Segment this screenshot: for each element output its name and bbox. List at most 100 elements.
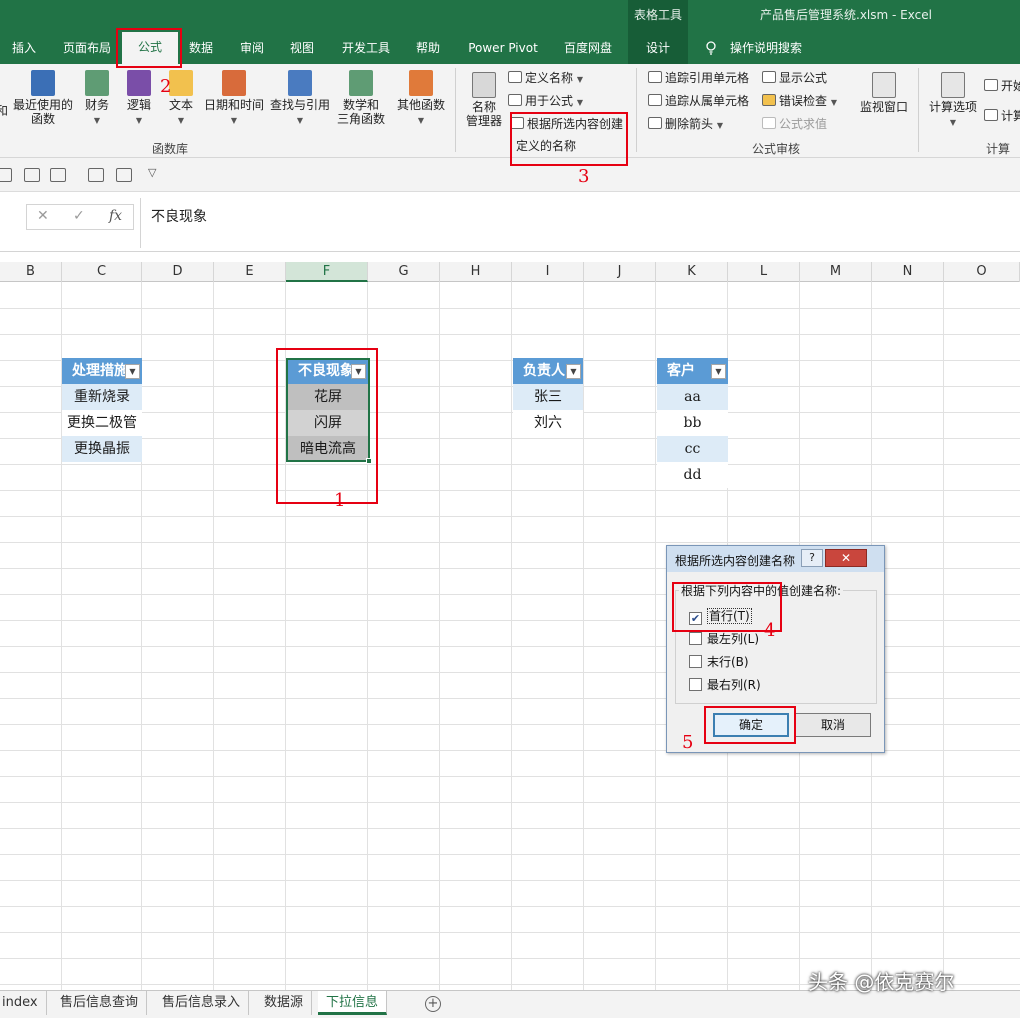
gridline xyxy=(655,282,656,990)
sheet-tab-datasource[interactable]: 数据源 xyxy=(256,991,313,1015)
column-header-n[interactable]: N xyxy=(872,262,944,282)
column-header-m[interactable]: M xyxy=(800,262,872,282)
table-cell[interactable]: aa xyxy=(657,384,728,410)
name-manager-button[interactable]: 名称 管理器 xyxy=(464,72,504,128)
check-icon[interactable] xyxy=(24,168,40,182)
sheet-tab-entry[interactable]: 售后信息录入 xyxy=(154,991,250,1015)
print-preview-icon[interactable] xyxy=(0,168,12,182)
table-cell[interactable]: bb xyxy=(657,410,728,436)
tab-design[interactable]: 设计 xyxy=(636,36,680,60)
calculate-now-button[interactable]: 开始 xyxy=(984,76,1020,96)
tab-insert[interactable]: 插入 xyxy=(2,36,46,60)
table-cell[interactable]: dd xyxy=(657,462,728,488)
customize-qat-icon[interactable]: ▽ xyxy=(148,166,156,179)
math-trig-button[interactable]: 数学和 三角函数 xyxy=(334,70,388,126)
cancel-entry-icon[interactable]: ✕ xyxy=(37,208,49,224)
column-header-b[interactable]: B xyxy=(0,262,62,282)
tab-review[interactable]: 审阅 xyxy=(232,36,272,60)
more-functions-button[interactable]: 其他函数 ▼ xyxy=(396,70,446,128)
tab-baidu-netdisk[interactable]: 百度网盘 xyxy=(556,36,620,60)
error-checking-button[interactable]: 错误检查 ▼ xyxy=(762,91,837,111)
text-a-icon xyxy=(169,70,193,96)
sheet-tab-query[interactable]: 售后信息查询 xyxy=(52,991,148,1015)
evaluate-formula-button[interactable]: 公式求值 xyxy=(762,114,827,134)
remove-arrows-button[interactable]: 删除箭头 ▼ xyxy=(648,114,723,134)
column-header-f[interactable]: F xyxy=(286,262,368,282)
calculate-sheet-button[interactable]: 计算 xyxy=(984,106,1020,126)
financial-button[interactable]: 财务 ▼ xyxy=(82,70,112,128)
table-cell[interactable]: 刘六 xyxy=(513,410,583,436)
tab-page-layout[interactable]: 页面布局 xyxy=(54,36,120,60)
column-header-e[interactable]: E xyxy=(214,262,286,282)
trace-dependents-button[interactable]: 追踪从属单元格 xyxy=(648,91,749,111)
gridline xyxy=(0,386,1020,387)
table-cell[interactable]: 重新烧录 xyxy=(62,384,142,410)
column-header-l[interactable]: L xyxy=(728,262,800,282)
column-header-h[interactable]: H xyxy=(440,262,512,282)
formula-bar: ✕ ✓ fx 不良现象 xyxy=(0,192,1020,252)
confirm-entry-icon[interactable]: ✓ xyxy=(73,208,85,224)
gridline xyxy=(0,854,1020,855)
tell-me-search[interactable]: 操作说明搜索 xyxy=(730,36,802,60)
help-icon[interactable]: ? xyxy=(801,549,823,567)
camera-icon[interactable] xyxy=(116,168,132,182)
gridline xyxy=(213,282,214,990)
column-header-j[interactable]: J xyxy=(584,262,656,282)
gridline xyxy=(0,360,1020,361)
tab-data[interactable]: 数据 xyxy=(182,36,220,60)
table-cell[interactable]: 更换二极管 xyxy=(62,410,142,436)
autosum-partial-label[interactable]: 和 xyxy=(0,104,8,118)
checkbox-icon[interactable] xyxy=(689,655,702,668)
formula-bar-buttons: ✕ ✓ fx xyxy=(26,204,134,230)
sheet-tab-dropdown-info[interactable]: 下拉信息 xyxy=(318,991,388,1015)
option-bottom-row[interactable]: 末行(B) xyxy=(689,655,749,671)
close-icon[interactable]: ✕ xyxy=(825,549,867,567)
column-header-c[interactable]: C xyxy=(62,262,142,282)
table-cell[interactable]: cc xyxy=(657,436,728,462)
annotation-box-3 xyxy=(510,112,628,166)
trace-precedents-button[interactable]: 追踪引用单元格 xyxy=(648,68,749,88)
sheet-tab-index[interactable]: index xyxy=(0,991,47,1015)
lookup-reference-button[interactable]: 查找与引用 ▼ xyxy=(270,70,330,128)
paste-icon[interactable] xyxy=(50,168,66,182)
option-right-column[interactable]: 最右列(R) xyxy=(689,678,761,694)
option-left-column[interactable]: 最左列(L) xyxy=(689,632,759,648)
add-sheet-icon[interactable]: + xyxy=(425,996,441,1012)
ribbon-separator xyxy=(636,68,637,152)
gridline xyxy=(0,490,1020,491)
filter-dropdown-icon[interactable]: ▼ xyxy=(125,364,140,379)
calculation-options-button[interactable]: 计算选项 ▼ xyxy=(928,72,978,130)
tab-help[interactable]: 帮助 xyxy=(408,36,448,60)
table-cell[interactable]: 更换晶振 xyxy=(62,436,142,462)
watch-window-button[interactable]: 监视窗口 xyxy=(858,72,910,114)
table-cell[interactable]: 张三 xyxy=(513,384,583,410)
checkbox-icon[interactable] xyxy=(689,678,702,691)
column-header-g[interactable]: G xyxy=(368,262,440,282)
annotation-box-5 xyxy=(704,706,796,744)
tab-developer[interactable]: 开发工具 xyxy=(334,36,398,60)
contextual-tab-label: 表格工具 xyxy=(633,8,682,22)
remove-arrows-icon xyxy=(648,117,662,129)
recent-functions-button[interactable]: 最近使用的 函数 xyxy=(12,70,74,126)
column-header-d[interactable]: D xyxy=(142,262,214,282)
logical-button[interactable]: 逻辑 ▼ xyxy=(124,70,154,128)
insert-function-icon[interactable]: fx xyxy=(109,208,122,224)
column-header-i[interactable]: I xyxy=(512,262,584,282)
column-header-k[interactable]: K xyxy=(656,262,728,282)
checkbox-icon[interactable] xyxy=(689,632,702,645)
tab-view[interactable]: 视图 xyxy=(282,36,322,60)
form-icon[interactable] xyxy=(88,168,104,182)
filter-dropdown-icon[interactable]: ▼ xyxy=(711,364,726,379)
tab-power-pivot[interactable]: Power Pivot xyxy=(462,36,544,60)
column-header-o[interactable]: O xyxy=(944,262,1020,282)
show-formulas-button[interactable]: 显示公式 xyxy=(762,68,827,88)
filter-dropdown-icon[interactable]: ▼ xyxy=(566,364,581,379)
datetime-button[interactable]: 日期和时间 ▼ xyxy=(204,70,264,128)
cancel-button[interactable]: 取消 xyxy=(795,713,871,737)
evaluate-formula-icon xyxy=(762,117,776,129)
gridline xyxy=(0,776,1020,777)
formula-input[interactable]: 不良现象 xyxy=(140,198,1020,248)
use-in-formula-button[interactable]: 用于公式 ▼ xyxy=(508,91,583,111)
gridline xyxy=(583,282,584,990)
define-name-button[interactable]: 定义名称 ▼ xyxy=(508,68,583,88)
